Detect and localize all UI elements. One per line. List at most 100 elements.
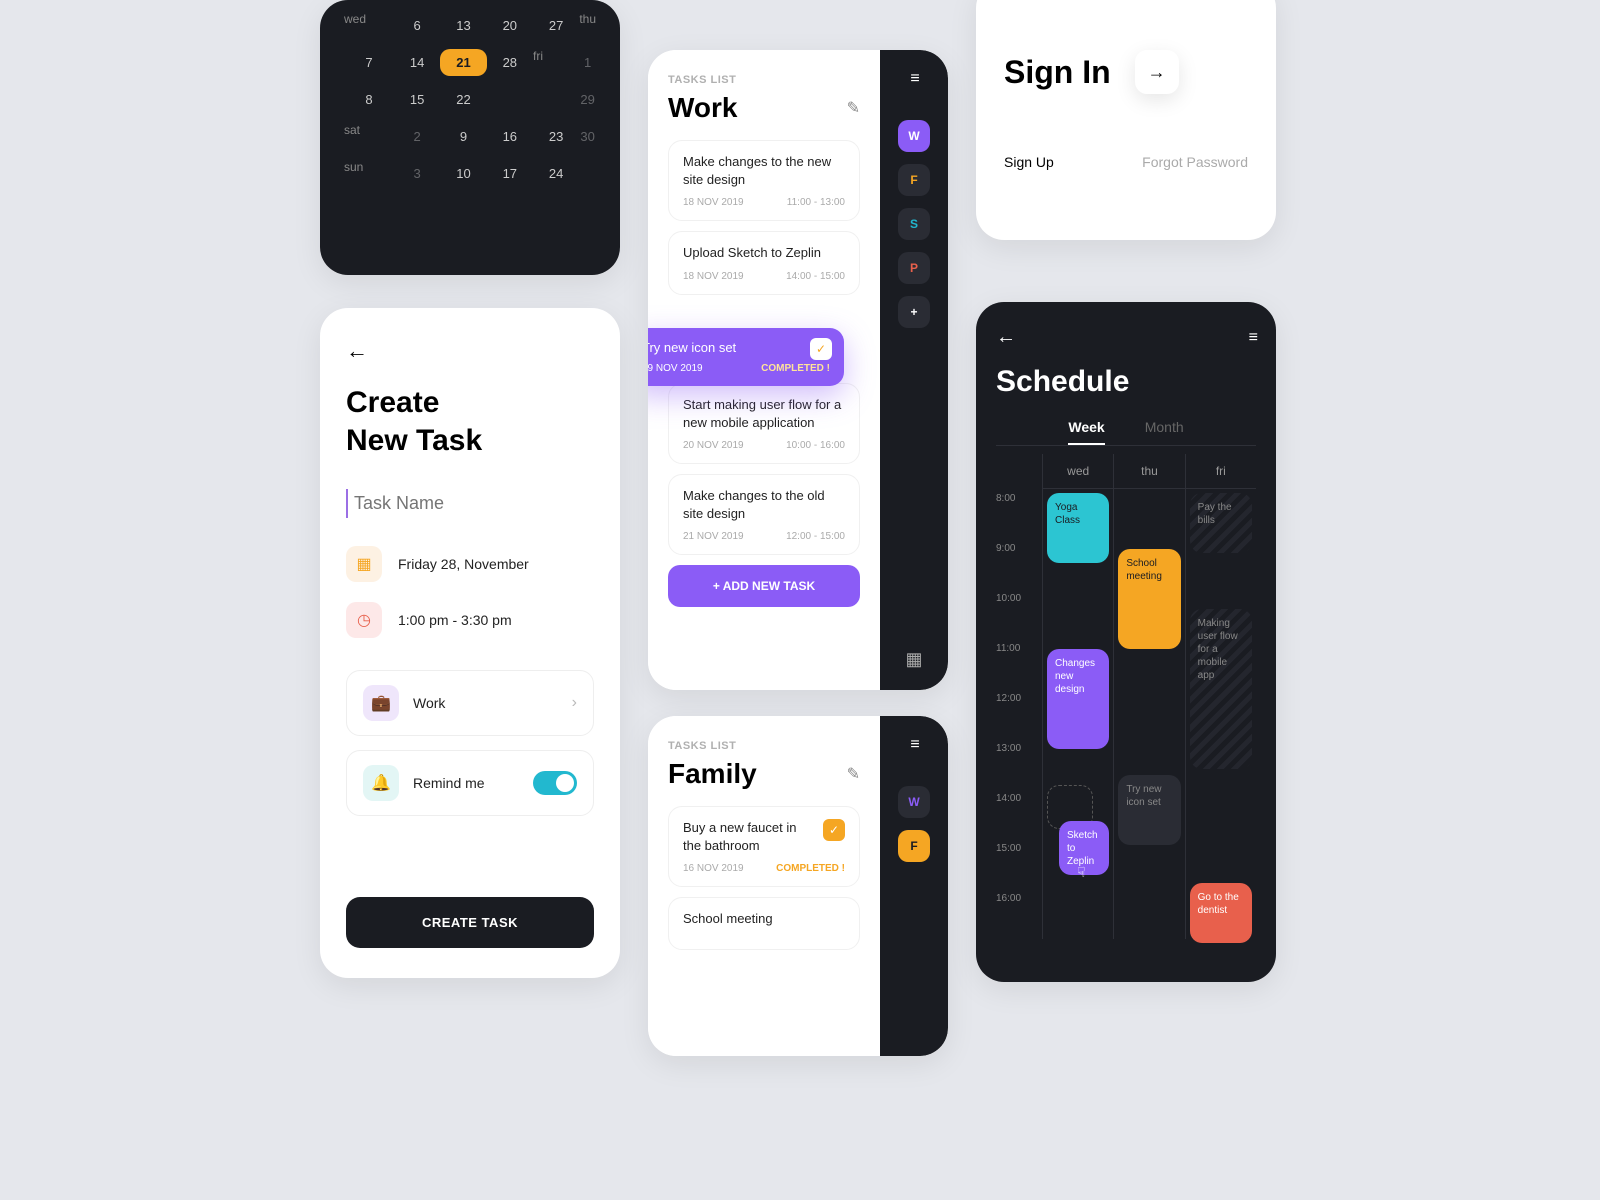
schedule-screen: ← ≡ Schedule Week Month wed thu fri 8:00… [976,302,1276,982]
cal-cell-selected[interactable]: 21 [440,49,486,76]
task-item[interactable]: School meeting [668,897,860,949]
tab-month[interactable]: Month [1145,419,1184,435]
cal-cell[interactable]: 14 [394,49,440,76]
cal-cell[interactable]: 28 [487,49,533,76]
tasks-label: TASKS LIST [668,74,860,86]
cal-cell[interactable]: 22 [440,86,486,113]
briefcase-icon: 💼 [363,685,399,721]
cal-cell[interactable]: 13 [440,12,486,39]
task-date[interactable]: Friday 28, November [398,556,529,572]
sidebar-chip-work[interactable]: W [898,120,930,152]
tasks-label: TASKS LIST [668,740,860,752]
day-column-wed[interactable]: Yoga Class Changes new design Sketch to … [1042,489,1113,939]
arrow-right-icon: → [1148,62,1166,83]
sidebar-chip-s[interactable]: S [898,208,930,240]
menu-icon[interactable]: ≡ [910,736,917,754]
task-title: School meeting [683,910,845,928]
back-arrow-icon[interactable]: ← [996,326,1016,349]
bell-icon: 🔔 [363,765,399,801]
cal-cell[interactable]: 1 [579,49,596,76]
signin-button[interactable]: → [1135,50,1179,94]
cal-cell[interactable]: 15 [394,86,440,113]
event-tryicon[interactable]: Try new icon set [1118,775,1180,845]
event-sketch[interactable]: Sketch to Zeplin ☟ [1059,821,1109,875]
sidebar-chip-family[interactable]: F [898,164,930,196]
task-item[interactable]: Make changes to the old site design 21 N… [668,474,860,555]
back-arrow-icon[interactable]: ← [346,338,594,364]
day-head-wed: wed [1042,454,1113,489]
cal-cell[interactable]: 27 [533,12,579,39]
cal-cell[interactable]: 30 [579,123,596,150]
task-title: Upload Sketch to Zeplin [683,244,845,262]
add-task-button[interactable]: + ADD NEW TASK [668,565,860,607]
work-title: Work [668,92,738,124]
event-changes[interactable]: Changes new design [1047,649,1109,749]
cal-cell[interactable]: 23 [533,123,579,150]
remind-toggle[interactable] [533,771,577,795]
cal-cell[interactable]: 24 [533,160,579,187]
cal-day-sat: sat [344,123,394,150]
cal-cell[interactable]: 20 [487,12,533,39]
event-userflow[interactable]: Making user flow for a mobile app [1190,609,1252,769]
cal-cell[interactable]: 10 [440,160,486,187]
family-title: Family [668,758,757,790]
menu-icon[interactable]: ≡ [1249,329,1256,347]
task-title: Make changes to the old site design [683,487,845,523]
chevron-right-icon: › [572,694,577,712]
clock-icon: ◷ [346,602,382,638]
task-title: Start making user flow for a new mobile … [683,396,845,432]
day-column-thu[interactable]: School meeting Try new icon set [1113,489,1184,939]
event-yoga[interactable]: Yoga Class [1047,493,1109,563]
signup-link[interactable]: Sign Up [1004,154,1054,170]
time-column: 8:00 9:00 10:00 11:00 12:00 13:00 14:00 … [996,489,1042,939]
calendar-icon: ▦ [346,546,382,582]
cal-cell[interactable]: 7 [344,49,394,76]
forgot-password-link[interactable]: Forgot Password [1142,154,1248,170]
tab-week[interactable]: Week [1068,419,1104,445]
edit-icon[interactable]: ✎ [847,98,860,118]
cal-cell[interactable]: 29 [579,86,596,113]
tasks-sidebar: ≡ W F S P + ▦ [880,50,948,690]
task-title: Make changes to the new site design [683,153,845,189]
category-option[interactable]: 💼 Work › [346,670,594,736]
tasks-sidebar: ≡ W F [880,716,948,1056]
event-bills[interactable]: Pay the bills [1190,493,1252,553]
sidebar-chip-p[interactable]: P [898,252,930,284]
task-item[interactable]: ✓ Buy a new faucet in the bathroom 16 NO… [668,806,860,887]
edit-icon[interactable]: ✎ [847,764,860,784]
cal-cell[interactable]: 2 [394,123,440,150]
remind-label: Remind me [413,775,485,791]
cal-day-wed: wed [344,12,394,39]
create-title: CreateNew Task [346,384,594,459]
category-label: Work [413,695,445,711]
calendar-icon[interactable]: ▦ [905,649,922,670]
check-icon: ✓ [810,338,832,360]
cal-cell[interactable]: 8 [344,86,394,113]
create-task-button[interactable]: CREATE TASK [346,897,594,948]
menu-icon[interactable]: ≡ [910,70,917,88]
cal-cell[interactable]: 9 [440,123,486,150]
day-column-fri[interactable]: Pay the bills Making user flow for a mob… [1185,489,1256,939]
task-item[interactable]: Start making user flow for a new mobile … [668,383,860,464]
signin-screen: Sign In → Sign Up Forgot Password [976,0,1276,240]
signin-title: Sign In [1004,54,1111,91]
event-dentist[interactable]: Go to the dentist [1190,883,1252,943]
cal-cell[interactable]: 3 [394,160,440,187]
cal-day-sun: sun [344,160,394,187]
event-school[interactable]: School meeting [1118,549,1180,649]
sidebar-chip-work[interactable]: W [898,786,930,818]
signin-graphic [976,0,1276,20]
task-name-input[interactable] [346,489,594,518]
task-time[interactable]: 1:00 pm - 3:30 pm [398,612,512,628]
sidebar-chip-family[interactable]: F [898,830,930,862]
cal-cell[interactable]: 6 [394,12,440,39]
cal-cell[interactable]: 17 [487,160,533,187]
day-head-fri: fri [1185,454,1256,489]
create-task-screen: ← CreateNew Task ▦ Friday 28, November ◷… [320,308,620,978]
task-item[interactable]: Make changes to the new site design 18 N… [668,140,860,221]
sidebar-chip-add[interactable]: + [898,296,930,328]
task-item[interactable]: Upload Sketch to Zeplin 18 NOV 201914:00… [668,231,860,294]
cal-cell[interactable]: 16 [487,123,533,150]
day-head-thu: thu [1113,454,1184,489]
completed-task-card[interactable]: Try new icon set ✓ 19 NOV 2019 COMPLETED… [648,328,844,386]
